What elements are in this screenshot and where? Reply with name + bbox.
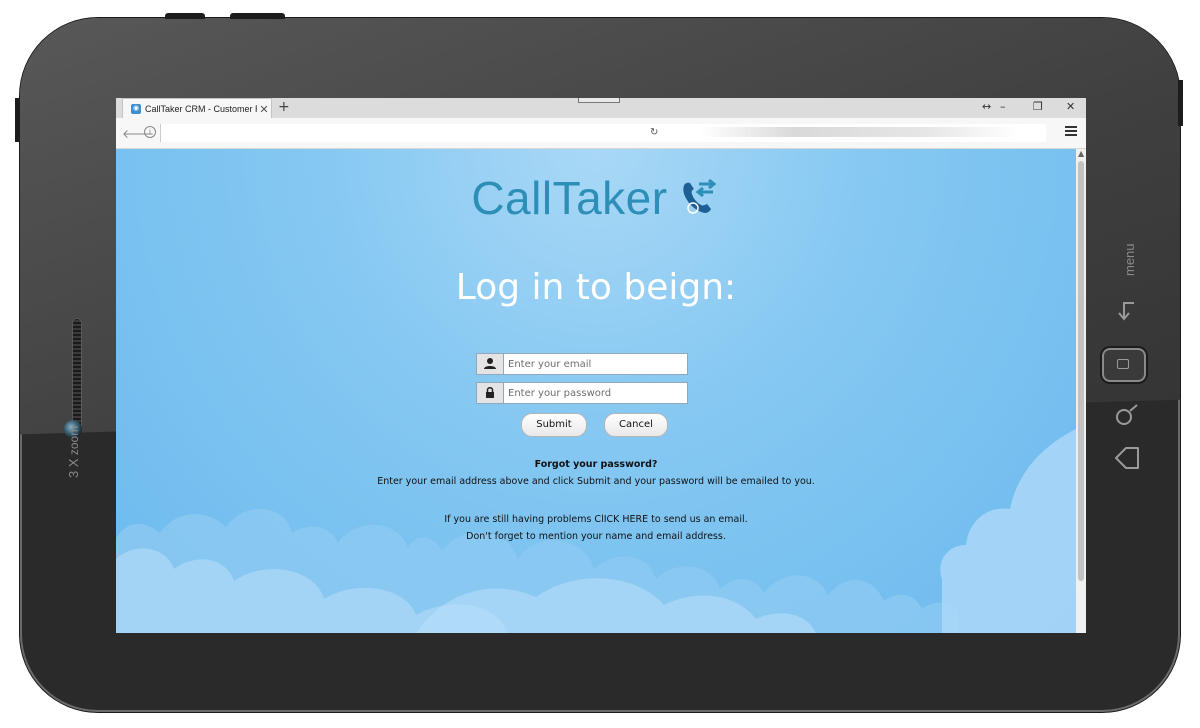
calltaker-favicon-icon: ◉ — [131, 104, 141, 114]
restore-button[interactable]: ❐ — [1033, 100, 1043, 113]
browser-window: ◉ CallTaker CRM - Customer R ✕ + ↔ – ❐ ✕… — [116, 98, 1086, 633]
volume-button[interactable] — [230, 13, 285, 19]
back-hardware-icon[interactable] — [1114, 298, 1140, 324]
login-page: CallTaker Log in to beign: Enter your em… — [116, 149, 1076, 633]
scroll-up-icon[interactable]: ▲ — [1078, 149, 1084, 158]
zoom-label: 3 X zoom — [66, 425, 81, 478]
user-icon — [477, 354, 504, 374]
help-text-line2: Don't forget to mention your name and em… — [466, 531, 726, 542]
vertical-scrollbar[interactable]: ▲ — [1076, 149, 1086, 633]
menu-label: menu — [1122, 243, 1137, 276]
tab-bar: ◉ CallTaker CRM - Customer R ✕ + ↔ – ❐ ✕ — [116, 98, 1086, 119]
email-input[interactable] — [504, 354, 687, 374]
lock-icon — [477, 383, 504, 403]
cancel-button[interactable]: Cancel — [604, 413, 668, 437]
forgot-password-title: Forgot your password? — [534, 459, 658, 470]
tab-close-icon[interactable]: ✕ — [257, 103, 271, 116]
info-icon[interactable]: i — [144, 126, 156, 138]
side-port — [15, 98, 20, 142]
page-heading: Log in to beign: — [455, 267, 737, 308]
home-hardware-button[interactable] — [1102, 348, 1146, 382]
scrollbar-thumb[interactable] — [1078, 161, 1084, 581]
minimize-button[interactable]: – — [1000, 100, 1006, 113]
navigation-bar: 🡐 i ↻ — [116, 118, 1086, 149]
forgot-password-text: Enter your email address above and click… — [377, 476, 815, 487]
hamburger-menu-icon[interactable] — [1065, 126, 1077, 136]
search-hardware-icon[interactable] — [1112, 400, 1142, 430]
tab-calltaker[interactable]: ◉ CallTaker CRM - Customer R ✕ — [122, 98, 272, 119]
power-button[interactable] — [165, 13, 205, 19]
calltaker-logo: CallTaker — [116, 171, 1076, 225]
speaker-grille — [72, 318, 82, 430]
address-bar-blur — [700, 127, 1020, 137]
submit-button[interactable]: Submit — [521, 413, 587, 437]
resize-icon[interactable]: ↔ — [982, 100, 991, 113]
side-port-right — [1178, 80, 1183, 126]
new-tab-button[interactable]: + — [278, 99, 290, 115]
password-field-group — [476, 382, 688, 404]
tab-title: CallTaker CRM - Customer R — [145, 104, 257, 114]
logo-text: CallTaker — [471, 172, 668, 224]
home-outline-hardware-icon[interactable] — [1112, 444, 1142, 472]
close-window-button[interactable]: ✕ — [1066, 100, 1075, 113]
reload-icon[interactable]: ↻ — [650, 127, 658, 138]
home-icon — [1117, 359, 1129, 369]
phone-transfer-icon — [683, 178, 717, 214]
help-text-line1[interactable]: If you are still having problems ClICK H… — [116, 514, 1076, 525]
password-input[interactable] — [504, 383, 687, 403]
email-field-group — [476, 353, 688, 375]
camera-notch — [578, 98, 620, 103]
